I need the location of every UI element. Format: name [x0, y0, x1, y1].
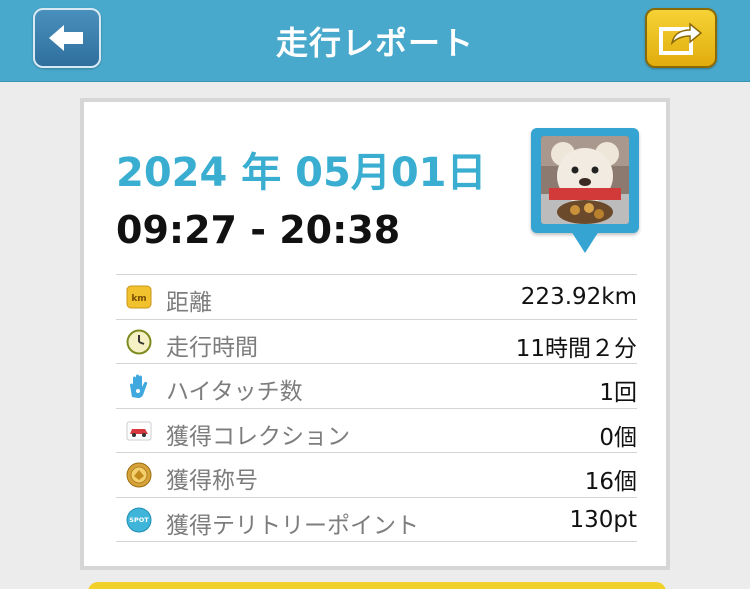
stat-label: ハイタッチ数: [166, 379, 303, 405]
clock-icon: [126, 329, 152, 355]
report-card: 2024 年 05月01日 09:27 - 20:38 km 距離 223.92…: [80, 98, 670, 570]
photo-pin[interactable]: [531, 128, 643, 258]
teddy-bear-photo: [541, 136, 629, 224]
stat-value: 223.92km: [520, 284, 637, 310]
share-icon: [659, 22, 703, 55]
hand-icon: [126, 373, 152, 399]
stat-label: 走行時間: [166, 334, 258, 361]
stat-row-titles: 獲得称号 16個: [116, 453, 637, 498]
report-time-range: 09:27 - 20:38: [116, 208, 401, 252]
stat-row-territory-points: SPOT 獲得テリトリーポイント 130pt: [116, 498, 637, 542]
km-icon: km: [126, 284, 152, 310]
stat-row-high-touch: ハイタッチ数 1回: [116, 364, 637, 409]
car-icon: [126, 418, 152, 444]
spot-icon: SPOT: [126, 507, 152, 533]
stat-value: 11時間２分: [515, 335, 637, 362]
share-button[interactable]: [645, 8, 717, 68]
page-title: 走行レポート: [275, 24, 474, 62]
km-icon-text: km: [131, 294, 146, 304]
stat-label: 獲得テリトリーポイント: [166, 512, 419, 539]
stat-row-driving-time: 走行時間 11時間２分: [116, 320, 637, 364]
spot-icon-text: SPOT: [129, 516, 149, 524]
stat-row-distance: km 距離 223.92km: [116, 275, 637, 320]
stat-value: 130pt: [569, 506, 637, 533]
header-bar: 走行レポート: [0, 0, 750, 82]
stats-table: km 距離 223.92km 走行時間 11時間２分 ハイタッチ数 1回 獲得コ…: [116, 274, 637, 542]
stat-label: 獲得コレクション: [166, 423, 350, 450]
stat-label: 獲得称号: [166, 468, 258, 494]
pin-tip: [571, 231, 599, 253]
medal-icon: [126, 462, 152, 488]
stat-value: 0個: [599, 424, 637, 451]
stat-value: 1回: [599, 380, 637, 406]
bottom-action-button[interactable]: [88, 582, 666, 589]
stat-row-collection: 獲得コレクション 0個: [116, 409, 637, 453]
report-date: 2024 年 05月01日: [116, 150, 487, 196]
stat-value: 16個: [584, 469, 637, 495]
stat-label: 距離: [166, 290, 212, 316]
photo-frame: [531, 128, 639, 233]
